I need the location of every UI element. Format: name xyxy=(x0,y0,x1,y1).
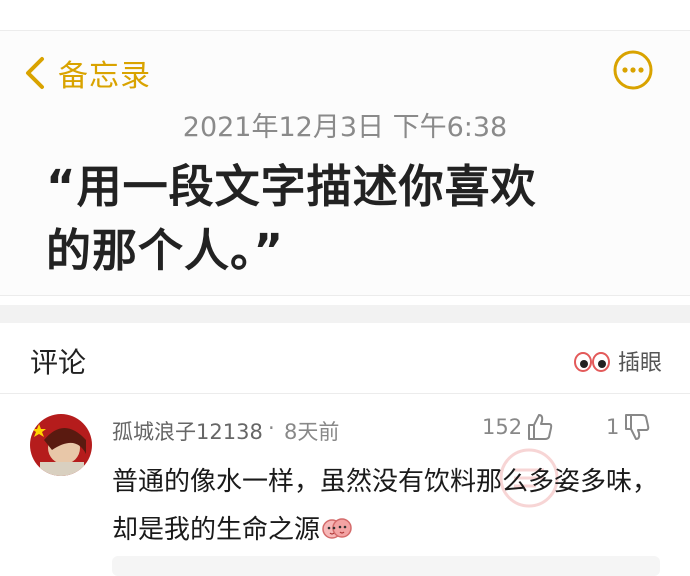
dislike-count: 1 xyxy=(606,415,620,439)
note-title-line-1: “用一段文字描述你喜欢 xyxy=(46,160,537,213)
more-icon[interactable] xyxy=(612,49,654,91)
back-label: 备忘录 xyxy=(58,59,151,94)
comment-time: 8天前 xyxy=(284,420,340,444)
note-title-line-2: 的那个人。” xyxy=(46,224,285,277)
comment-separator: · xyxy=(268,416,275,440)
thumbs-up-icon xyxy=(528,414,553,440)
reply-preview-box[interactable] xyxy=(112,556,660,576)
back-chevron-icon xyxy=(26,57,44,89)
comments-header: 评论 插眼 xyxy=(0,323,690,393)
note-card: 备忘录 2021年12月3日 下午6:38 “用一段文字描述你喜欢 的那个人。” xyxy=(0,30,690,296)
comment-username[interactable]: 孤城浪子12138 xyxy=(112,416,263,446)
comment-item: 孤城浪子12138 · 8天前 152 1 普通的像水一样，虽然没有饮料那么多姿… xyxy=(0,394,690,576)
avatar[interactable] xyxy=(30,414,92,476)
note-date: 2021年12月3日 下午6:38 xyxy=(182,112,508,143)
nav-bar: 备忘录 xyxy=(0,49,690,95)
insert-eye-button[interactable]: 插眼 xyxy=(573,345,662,377)
emoji xyxy=(322,518,352,539)
like-button[interactable]: 152 xyxy=(482,412,554,442)
thumbs-down-icon xyxy=(625,414,650,440)
comments-title: 评论 xyxy=(30,346,87,379)
like-count: 152 xyxy=(482,415,523,439)
comment-text: 普通的像水一样，虽然没有饮料那么多姿多味，却是我的生命之源 xyxy=(112,458,672,554)
insert-eye-label: 插眼 xyxy=(617,351,662,376)
back-button[interactable]: 备忘录 xyxy=(20,51,151,95)
note-title: “用一段文字描述你喜欢 的那个人。” xyxy=(46,155,646,283)
eyes-icon xyxy=(573,352,610,372)
dislike-button[interactable]: 1 xyxy=(606,412,651,442)
comment-text-content: 普通的像水一样，虽然没有饮料那么多姿多味，却是我的生命之源 xyxy=(112,467,659,545)
section-divider xyxy=(0,305,690,323)
